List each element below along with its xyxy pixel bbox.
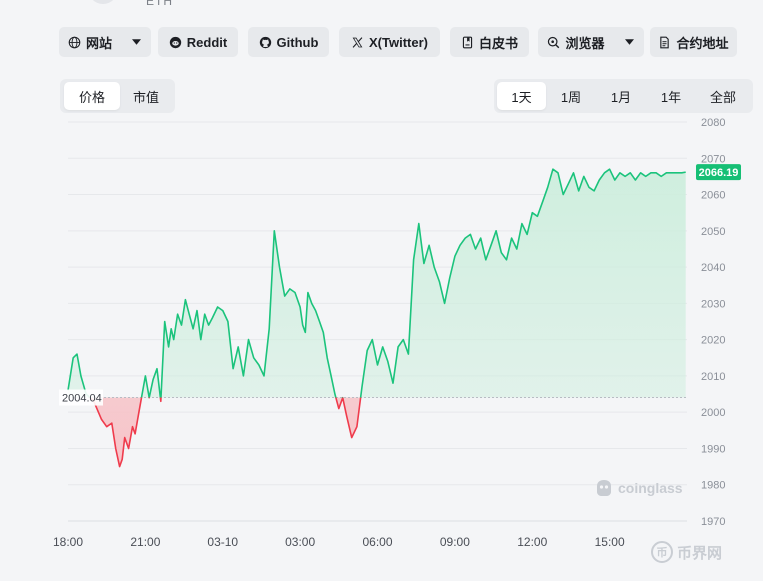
site-logo-text: 币界网 <box>677 544 723 562</box>
y-tick-label: 2070 <box>701 153 725 165</box>
y-tick-label: 2000 <box>701 407 725 419</box>
coinglass-logo-icon <box>597 480 611 496</box>
y-tick-label: 2080 <box>701 117 725 129</box>
y-tick-label: 1980 <box>701 480 725 492</box>
last-price-label: 2066.19 <box>699 167 739 179</box>
site-logo-icon: 币 <box>651 541 673 563</box>
y-tick-label: 2040 <box>701 262 725 274</box>
x-tick-label: 15:00 <box>595 535 625 549</box>
site-logo: 币 币界网 <box>651 541 722 563</box>
baseline-label: 2004.04 <box>62 393 102 405</box>
y-tick-label: 2060 <box>701 190 725 202</box>
x-tick-label: 06:00 <box>362 535 392 549</box>
x-tick-label: 09:00 <box>440 535 470 549</box>
y-tick-label: 2020 <box>701 335 725 347</box>
y-tick-label: 2050 <box>701 226 725 238</box>
y-tick-label: 1970 <box>701 516 725 528</box>
x-tick-label: 12:00 <box>517 535 547 549</box>
x-tick-label: 03-10 <box>207 535 238 549</box>
y-tick-label: 1990 <box>701 443 725 455</box>
x-tick-label: 21:00 <box>130 535 160 549</box>
x-tick-label: 03:00 <box>285 535 315 549</box>
coinglass-watermark: coinglass <box>594 478 683 498</box>
area-above-baseline <box>68 169 686 398</box>
x-tick-label: 18:00 <box>53 535 83 549</box>
y-tick-label: 2010 <box>701 371 725 383</box>
y-tick-label: 2030 <box>701 298 725 310</box>
coinglass-text: coinglass <box>618 480 683 496</box>
